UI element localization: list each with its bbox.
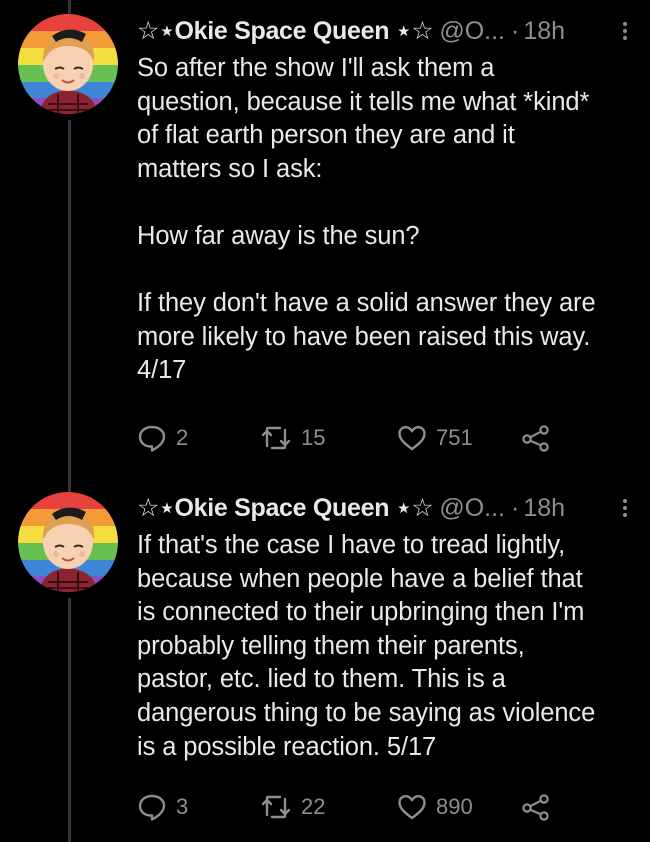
- like-count: 890: [436, 794, 473, 819]
- display-name[interactable]: ☆⋆Okie Space Queen ⋆☆: [137, 17, 434, 45]
- reply-count: 3: [176, 794, 189, 819]
- retweet-icon: [261, 426, 291, 450]
- thread-line-top: [68, 0, 71, 14]
- reply-button[interactable]: 2: [137, 418, 188, 458]
- timestamp[interactable]: 18h: [523, 494, 565, 522]
- separator-dot: ·: [511, 17, 520, 45]
- share-icon: [522, 794, 549, 821]
- retweet-count: 15: [301, 425, 326, 450]
- more-vertical-icon[interactable]: [622, 22, 628, 44]
- like-button[interactable]: 751: [397, 418, 473, 458]
- tweet-header: ☆⋆Okie Space Queen ⋆☆ @O... · 18h: [137, 491, 636, 525]
- timestamp[interactable]: 18h: [523, 17, 565, 45]
- separator-dot: ·: [511, 494, 520, 522]
- display-name[interactable]: ☆⋆Okie Space Queen ⋆☆: [137, 494, 434, 522]
- more-vertical-icon[interactable]: [622, 499, 628, 521]
- retweet-icon: [261, 795, 291, 819]
- tweet-header: ☆⋆Okie Space Queen ⋆☆ @O... · 18h: [137, 14, 636, 48]
- share-button[interactable]: [521, 418, 551, 458]
- share-button[interactable]: [521, 787, 551, 827]
- like-button[interactable]: 890: [397, 787, 473, 827]
- reply-button[interactable]: 3: [137, 787, 188, 827]
- tweet-text: So after the show I'll ask them a questi…: [137, 54, 596, 385]
- retweet-button[interactable]: 15: [260, 418, 325, 458]
- user-handle[interactable]: @O...: [439, 494, 505, 522]
- reply-icon: [138, 425, 166, 452]
- tweet-actions: 2 15 751: [137, 418, 587, 458]
- share-icon: [522, 425, 549, 452]
- reply-icon: [138, 794, 166, 821]
- heart-icon: [398, 426, 426, 451]
- reply-count: 2: [176, 425, 189, 450]
- avatar[interactable]: [18, 492, 118, 592]
- tweet-text: If that's the case I have to tread light…: [137, 531, 596, 761]
- thread-line-middle: [68, 120, 71, 492]
- tweet-actions: 3 22 890: [137, 787, 587, 827]
- user-handle[interactable]: @O...: [439, 17, 505, 45]
- avatar-image: [18, 492, 118, 592]
- heart-icon: [398, 795, 426, 820]
- retweet-button[interactable]: 22: [260, 787, 325, 827]
- avatar[interactable]: [18, 14, 118, 114]
- thread-line-bottom: [68, 598, 71, 842]
- retweet-count: 22: [301, 794, 326, 819]
- like-count: 751: [436, 425, 473, 450]
- avatar-image: [18, 14, 118, 114]
